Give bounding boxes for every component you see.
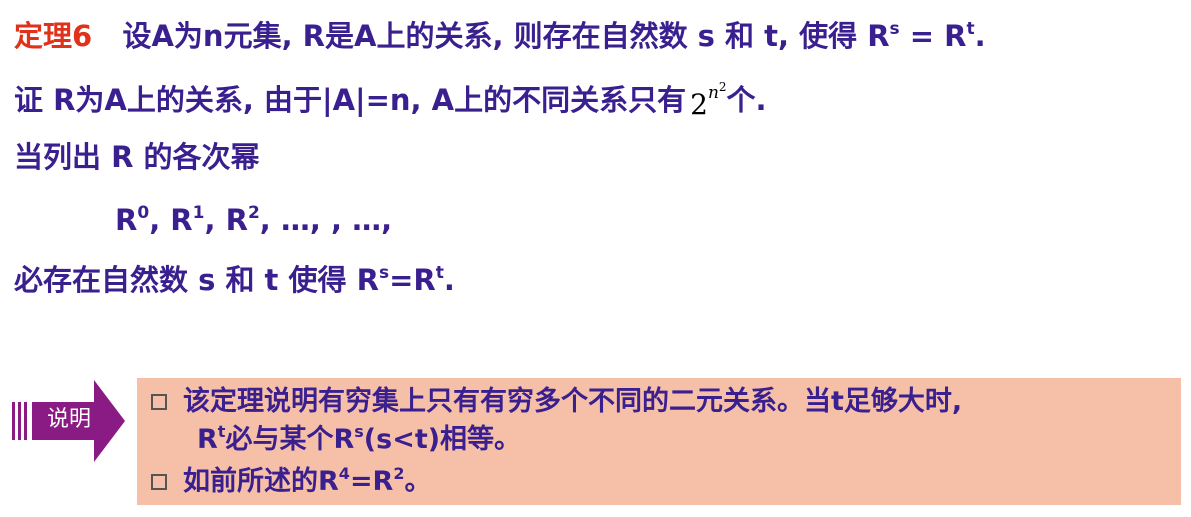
theorem-line: 定理6 设A为n元集, R是A上的关系, 则存在自然数 s 和 t, 使得 Rs…: [14, 16, 986, 61]
note-tag: 说明: [12, 380, 127, 463]
proof-line2-text: 当列出 R 的各次幂: [14, 140, 260, 174]
note-item2-sup-4: 4: [338, 464, 350, 483]
powers-line: R0, R1, R2, …, , …,: [115, 200, 392, 245]
note-item2-r: 如前所述的R: [183, 466, 339, 497]
theorem-label: 定理6: [14, 19, 93, 53]
theorem-sup-s: s: [889, 19, 900, 39]
note-item2-eq: =R: [349, 466, 394, 497]
note-tag-label: 说明: [47, 407, 92, 432]
theorem-sup-t: t: [966, 19, 975, 39]
note-item1-cont-end: (s<t)相等。: [363, 424, 522, 455]
power-r2: , R: [204, 203, 248, 237]
math-two-pow-n-squared: 2n2: [690, 80, 726, 121]
proof-line4-sup-s: s: [378, 263, 390, 283]
proof-line4-sup-t: t: [435, 263, 444, 283]
proof-line-4: 必存在自然数 s 和 t 使得 Rs=Rt.: [14, 260, 455, 305]
note-item-2: 如前所述的R4=R2。: [151, 464, 432, 503]
theorem-statement: 设A为n元集, R是A上的关系, 则存在自然数 s 和 t, 使得 R: [122, 19, 890, 53]
math-exp-pow: 2: [718, 80, 727, 94]
math-exp-var: n: [707, 83, 719, 103]
note-box: 该定理说明有穷集上只有有穷多个不同的二元关系。当t足够大时, Rt必与某个Rs(…: [137, 378, 1181, 505]
note-item1-sup-t: t: [217, 422, 226, 441]
note-item-1-cont: Rt必与某个Rs(s<t)相等。: [197, 422, 521, 461]
power-sup-0: 0: [137, 203, 150, 223]
theorem-eq: = R: [899, 19, 967, 53]
proof-line4-prefix: 必存在自然数 s 和 t 使得 R: [14, 263, 379, 297]
note-item2-end: 。: [404, 466, 432, 497]
note-item-1: 该定理说明有穷集上只有有穷多个不同的二元关系。当t足够大时,: [151, 384, 962, 420]
proof-line-1: 证 R为A上的关系, 由于|A|=n, A上的不同关系只有 2n2个.: [14, 80, 767, 126]
checkbox-bullet-icon: [151, 474, 167, 490]
proof-line1-text: 证 R为A上的关系, 由于|A|=n, A上的不同关系只有: [14, 83, 687, 117]
power-r0: R: [115, 203, 138, 237]
power-rest: , …, , …,: [259, 203, 393, 237]
note-item2-sup-2: 2: [393, 464, 405, 483]
power-r1: , R: [149, 203, 193, 237]
checkbox-bullet-icon: [151, 394, 167, 410]
math-base: 2: [690, 88, 708, 121]
theorem-end: .: [974, 19, 986, 53]
note-item1-text: 该定理说明有穷集上只有有穷多个不同的二元关系。当t足够大时,: [183, 386, 963, 417]
note-item1-cont-mid: 必与某个R: [225, 424, 355, 455]
proof-line4-end: .: [443, 263, 455, 297]
power-sup-2: 2: [247, 203, 260, 223]
proof-line1-end: 个.: [726, 83, 767, 117]
proof-line4-eq: =R: [389, 263, 436, 297]
proof-line-2: 当列出 R 的各次幂: [14, 137, 260, 177]
note-item1-sup-s: s: [354, 422, 364, 441]
note-item1-cont-r: R: [197, 424, 218, 455]
power-sup-1: 1: [192, 203, 205, 223]
